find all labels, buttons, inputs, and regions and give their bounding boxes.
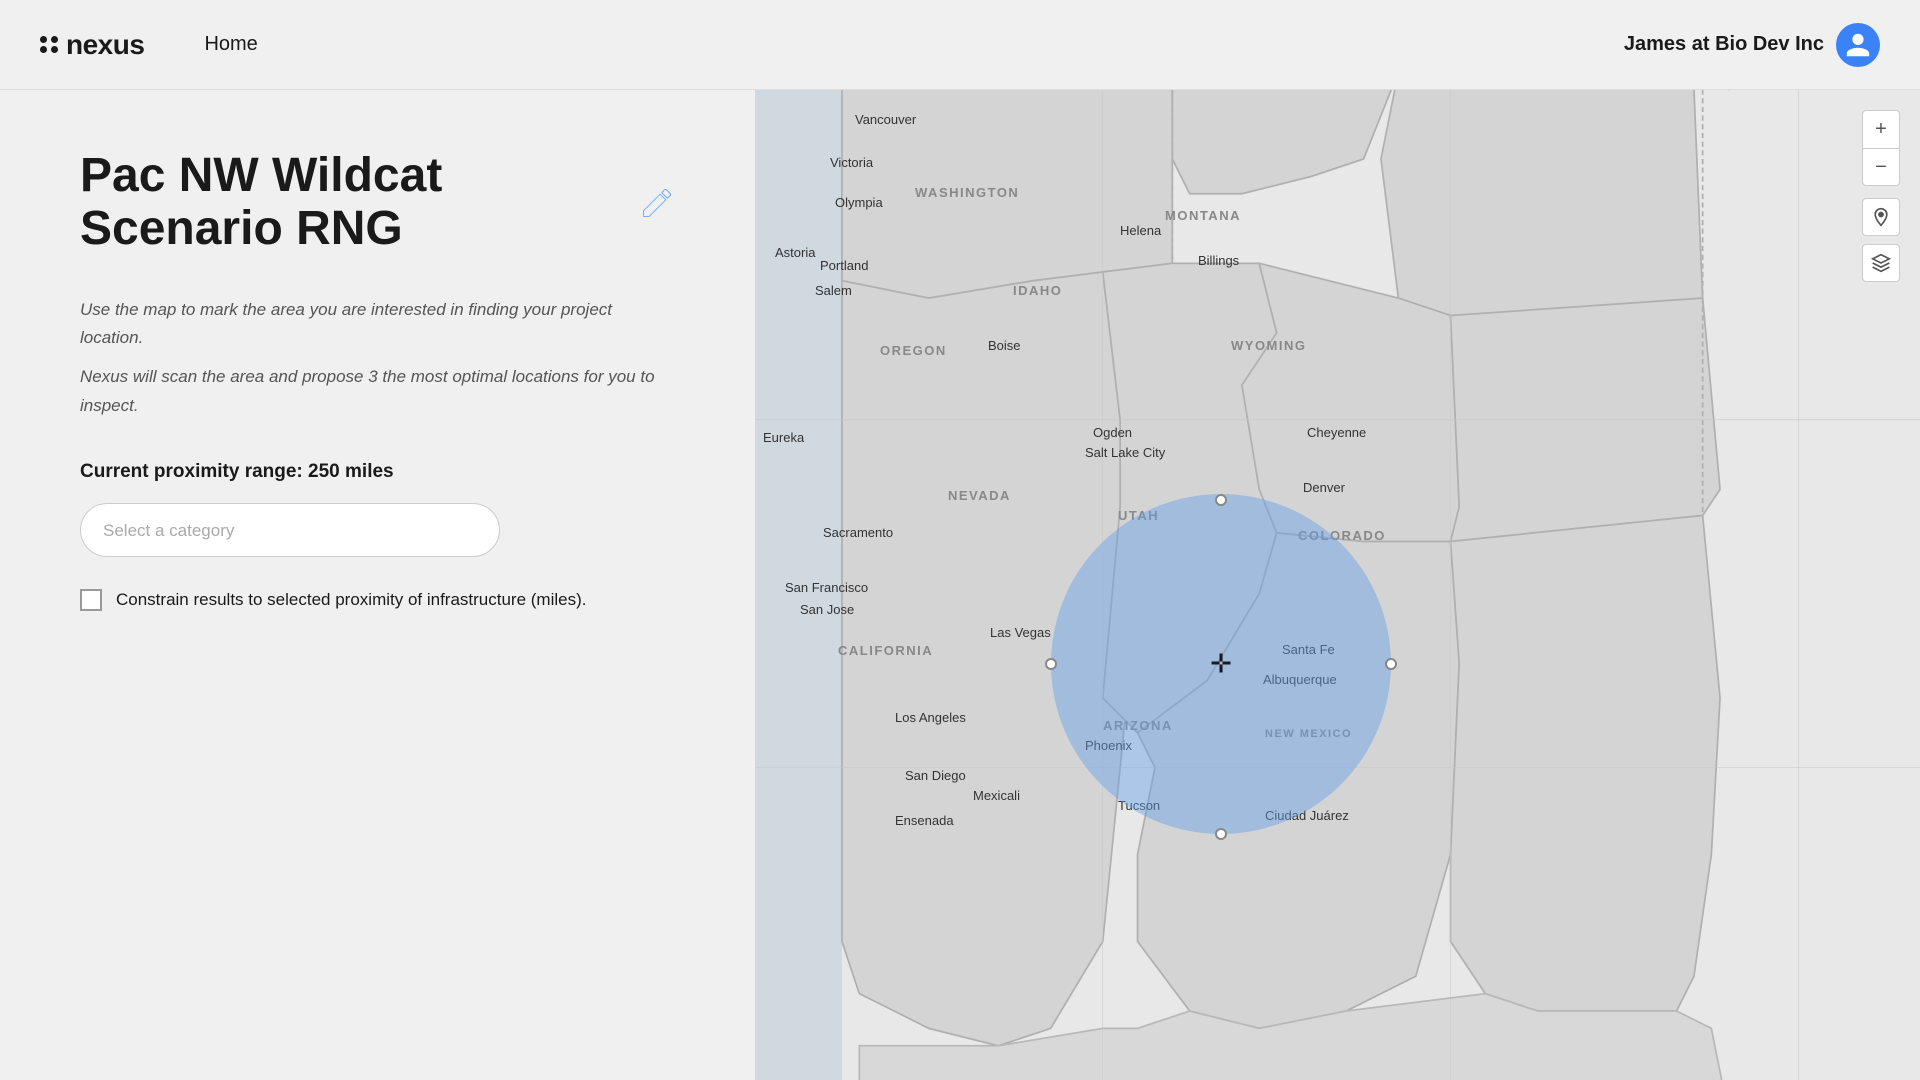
edit-title-button[interactable] bbox=[639, 182, 675, 224]
nav-home-link[interactable]: Home bbox=[204, 33, 257, 56]
map-controls: + − bbox=[1862, 110, 1900, 282]
checkbox-row: Constrain results to selected proximity … bbox=[80, 587, 675, 613]
zoom-in-button[interactable]: + bbox=[1862, 110, 1900, 148]
logo-text: nexus bbox=[66, 29, 144, 61]
description-2: Nexus will scan the area and propose 3 t… bbox=[80, 363, 675, 421]
checkbox-label: Constrain results to selected proximity … bbox=[116, 587, 587, 613]
map-panel[interactable]: Vancouver Victoria Olympia Astoria Portl… bbox=[755, 90, 1920, 1080]
location-icon bbox=[1871, 207, 1891, 227]
zoom-out-button[interactable]: − bbox=[1862, 148, 1900, 186]
layers-button[interactable] bbox=[1862, 244, 1900, 282]
move-cursor-icon[interactable]: ✛ bbox=[1210, 649, 1232, 680]
category-select[interactable]: Select a category bbox=[80, 503, 500, 557]
logo[interactable]: nexus bbox=[40, 29, 144, 61]
location-button[interactable] bbox=[1862, 198, 1900, 236]
project-title-container: Pac NW Wildcat Scenario RNG bbox=[80, 150, 675, 256]
pencil-icon bbox=[639, 185, 675, 221]
project-title: Pac NW Wildcat Scenario RNG bbox=[80, 150, 621, 256]
layers-icon bbox=[1871, 253, 1891, 273]
logo-dots-icon bbox=[40, 36, 58, 54]
user-icon bbox=[1844, 31, 1872, 59]
header: nexus Home James at Bio Dev Inc bbox=[0, 0, 1920, 90]
main-layout: Pac NW Wildcat Scenario RNG Use the map … bbox=[0, 0, 1920, 1080]
proximity-checkbox[interactable] bbox=[80, 589, 102, 611]
user-section: James at Bio Dev Inc bbox=[1624, 23, 1880, 67]
user-name: James at Bio Dev Inc bbox=[1624, 33, 1824, 56]
proximity-label: Current proximity range: 250 miles bbox=[80, 461, 675, 483]
left-panel: Pac NW Wildcat Scenario RNG Use the map … bbox=[0, 90, 755, 1080]
user-avatar[interactable] bbox=[1836, 23, 1880, 67]
description-1: Use the map to mark the area you are int… bbox=[80, 296, 675, 354]
